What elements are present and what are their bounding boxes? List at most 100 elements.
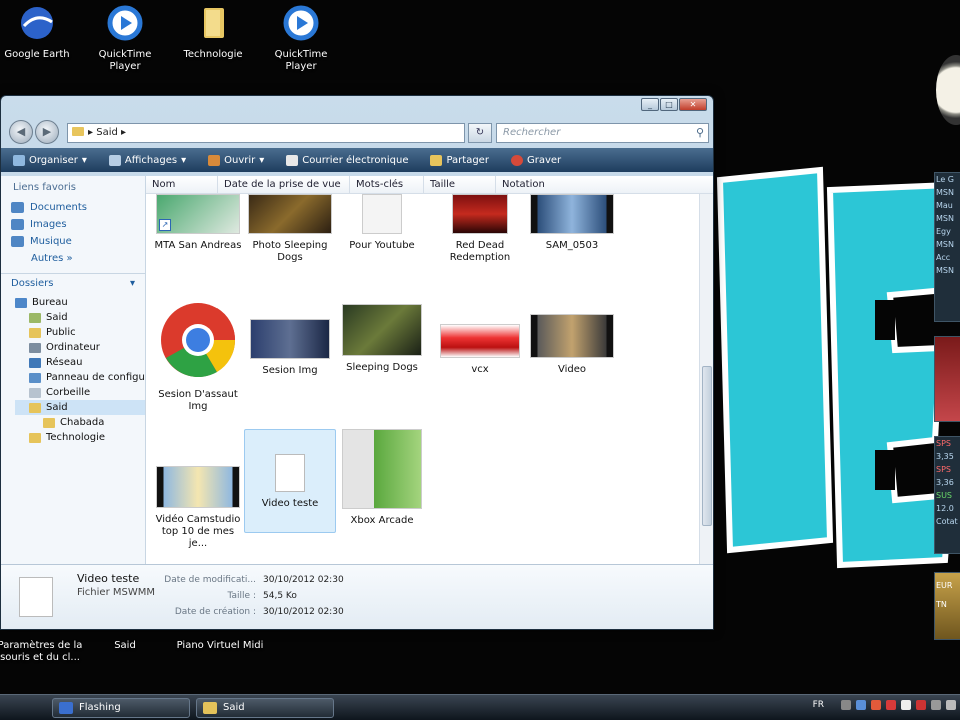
file-name: MTA San Andreas <box>154 240 242 251</box>
back-button[interactable]: ◀ <box>9 120 33 144</box>
tree-item-panneau[interactable]: Panneau de configu <box>15 370 145 385</box>
favorites-header: Liens favoris <box>13 182 77 193</box>
feed-line: MSN <box>936 214 954 223</box>
currency-gadget[interactable]: EUR TN <box>934 572 960 640</box>
stocks-gadget[interactable]: SPS 3,35 SPS 3,36 SUS 12.0 Cotat <box>934 436 960 554</box>
details-name: Video teste <box>77 572 140 585</box>
refresh-button[interactable]: ↻ <box>468 123 492 143</box>
share-button[interactable]: Partager <box>430 154 489 166</box>
title-bar[interactable]: _ □ ✕ <box>1 96 713 118</box>
favorite-documents[interactable]: Documents <box>1 199 145 216</box>
feed-line: MSN <box>936 240 954 249</box>
tree-item-chabada[interactable]: Chabada <box>15 415 145 430</box>
email-button[interactable]: Courrier électronique <box>286 154 408 166</box>
file-item[interactable]: Red Dead Redemption <box>434 194 526 264</box>
desktop-icon-quicktime-2[interactable]: QuickTime Player <box>258 4 344 73</box>
maximize-button[interactable]: □ <box>660 98 678 111</box>
volume-icon[interactable] <box>946 700 956 710</box>
image-thumbnail <box>250 319 330 359</box>
tree-item-said[interactable]: Said <box>15 310 145 325</box>
file-item[interactable]: Sleeping Dogs <box>336 304 428 374</box>
document-icon <box>362 194 402 234</box>
search-icon[interactable]: ⚲ <box>696 124 704 142</box>
tray-icon[interactable] <box>901 700 911 710</box>
organize-button[interactable]: Organiser ▾ <box>13 154 87 166</box>
address-bar[interactable]: ▸ Said ▸ <box>67 123 465 143</box>
column-header-date[interactable]: Date de la prise de vue <box>218 176 350 193</box>
desktop-icon-mouse-settings[interactable]: Paramètres de la souris et du cl... <box>0 640 90 664</box>
google-earth-icon <box>21 7 53 39</box>
file-name: SAM_0503 <box>545 240 599 251</box>
tree-item-bureau[interactable]: Bureau <box>15 295 145 310</box>
file-item[interactable]: Vidéo Camstudio top 10 de mes je... <box>152 466 244 550</box>
taskbar-button-said[interactable]: Said <box>196 698 334 718</box>
tree-item-technologie[interactable]: Technologie <box>15 430 145 445</box>
open-button[interactable]: Ouvrir ▾ <box>208 154 264 166</box>
clock-gadget[interactable] <box>936 55 960 125</box>
scrollbar-thumb[interactable] <box>702 366 712 526</box>
file-list-pane[interactable]: Nom Date de la prise de vue Mots-clés Ta… <box>146 176 713 564</box>
desktop-icon-technologie[interactable]: Technologie <box>170 4 256 61</box>
column-header-tags[interactable]: Mots-clés <box>350 176 424 193</box>
feed-line: Egy <box>936 227 951 236</box>
tray-icon[interactable] <box>841 700 851 710</box>
document-icon <box>19 577 53 617</box>
tree-item-ordinateur[interactable]: Ordinateur <box>15 340 145 355</box>
file-item[interactable]: Pour Youtube <box>336 194 428 252</box>
file-item[interactable]: Photo Sleeping Dogs <box>244 194 336 264</box>
search-input[interactable]: Rechercher ⚲ <box>496 123 709 143</box>
column-header-rating[interactable]: Notation <box>496 176 586 193</box>
taskbar: Flashing Said FR <box>0 694 960 720</box>
views-button[interactable]: Affichages ▾ <box>108 154 186 166</box>
file-item[interactable]: Video <box>526 314 618 376</box>
stock-line: 3,35 <box>936 452 954 461</box>
file-item[interactable]: Sesion Img <box>244 319 336 377</box>
file-item[interactable]: SAM_0503 <box>526 194 618 252</box>
tray-icon[interactable] <box>886 700 896 710</box>
taskbar-button-flashing[interactable]: Flashing <box>52 698 190 718</box>
tray-icon[interactable] <box>916 700 926 710</box>
tree-item-said-selected[interactable]: Said <box>15 400 145 415</box>
chevron-down-icon[interactable]: ▾ <box>130 278 135 289</box>
file-item-selected[interactable]: Video teste <box>244 429 336 533</box>
slideshow-gadget[interactable] <box>934 336 960 422</box>
language-indicator[interactable]: FR <box>813 700 824 710</box>
tray-icon[interactable] <box>856 700 866 710</box>
desktop-icon-quicktime[interactable]: QuickTime Player <box>82 4 168 73</box>
folder-tree: Bureau Said Public Ordinateur Réseau Pan… <box>1 293 145 445</box>
vertical-scrollbar[interactable] <box>699 194 713 564</box>
favorite-music[interactable]: Musique <box>1 233 145 250</box>
feed-gadget[interactable]: Le G MSN Mau MSN Egy MSN Acc MSN <box>934 172 960 322</box>
folders-header[interactable]: Dossiers ▾ <box>1 273 145 293</box>
minimize-button[interactable]: _ <box>641 98 659 111</box>
desktop-icon-google-earth[interactable]: Google Earth <box>0 4 80 61</box>
desktop-icon-piano[interactable]: Piano Virtuel Midi <box>170 640 270 652</box>
column-header-name[interactable]: Nom <box>146 176 218 193</box>
favorite-images[interactable]: Images <box>1 216 145 233</box>
column-header-size[interactable]: Taille <box>424 176 496 193</box>
file-item[interactable]: vcx <box>434 324 526 376</box>
burn-button[interactable]: Graver <box>510 154 561 166</box>
tree-item-corbeille[interactable]: Corbeille <box>15 385 145 400</box>
desktop-icon-said[interactable]: Said <box>82 640 168 652</box>
file-item[interactable]: Xbox Arcade <box>336 429 428 527</box>
tree-item-reseau[interactable]: Réseau <box>15 355 145 370</box>
mail-icon <box>286 154 299 166</box>
network-icon[interactable] <box>931 700 941 710</box>
close-button[interactable]: ✕ <box>679 98 707 111</box>
explorer-window[interactable]: _ □ ✕ ◀ ▶ ▸ Said ▸ ↻ Rechercher ⚲ Organi… <box>0 95 714 630</box>
image-thumbnail <box>342 304 422 356</box>
file-item[interactable]: Sesion D'assaut Img <box>152 301 244 413</box>
address-separator: ▸ <box>88 127 94 138</box>
address-path[interactable]: Said <box>96 127 118 138</box>
tray-icon[interactable] <box>871 700 881 710</box>
desktop-icon-label: Piano Virtuel Midi <box>176 640 264 651</box>
tree-item-public[interactable]: Public <box>15 325 145 340</box>
tree-label: Said <box>46 312 68 323</box>
favorite-label: Documents <box>30 202 88 213</box>
file-item[interactable]: ↗ MTA San Andreas <box>152 194 244 252</box>
feed-line: Acc <box>936 253 951 262</box>
forward-button[interactable]: ▶ <box>35 120 59 144</box>
more-links[interactable]: Autres » <box>1 250 145 267</box>
details-label: Taille : <box>227 591 256 601</box>
